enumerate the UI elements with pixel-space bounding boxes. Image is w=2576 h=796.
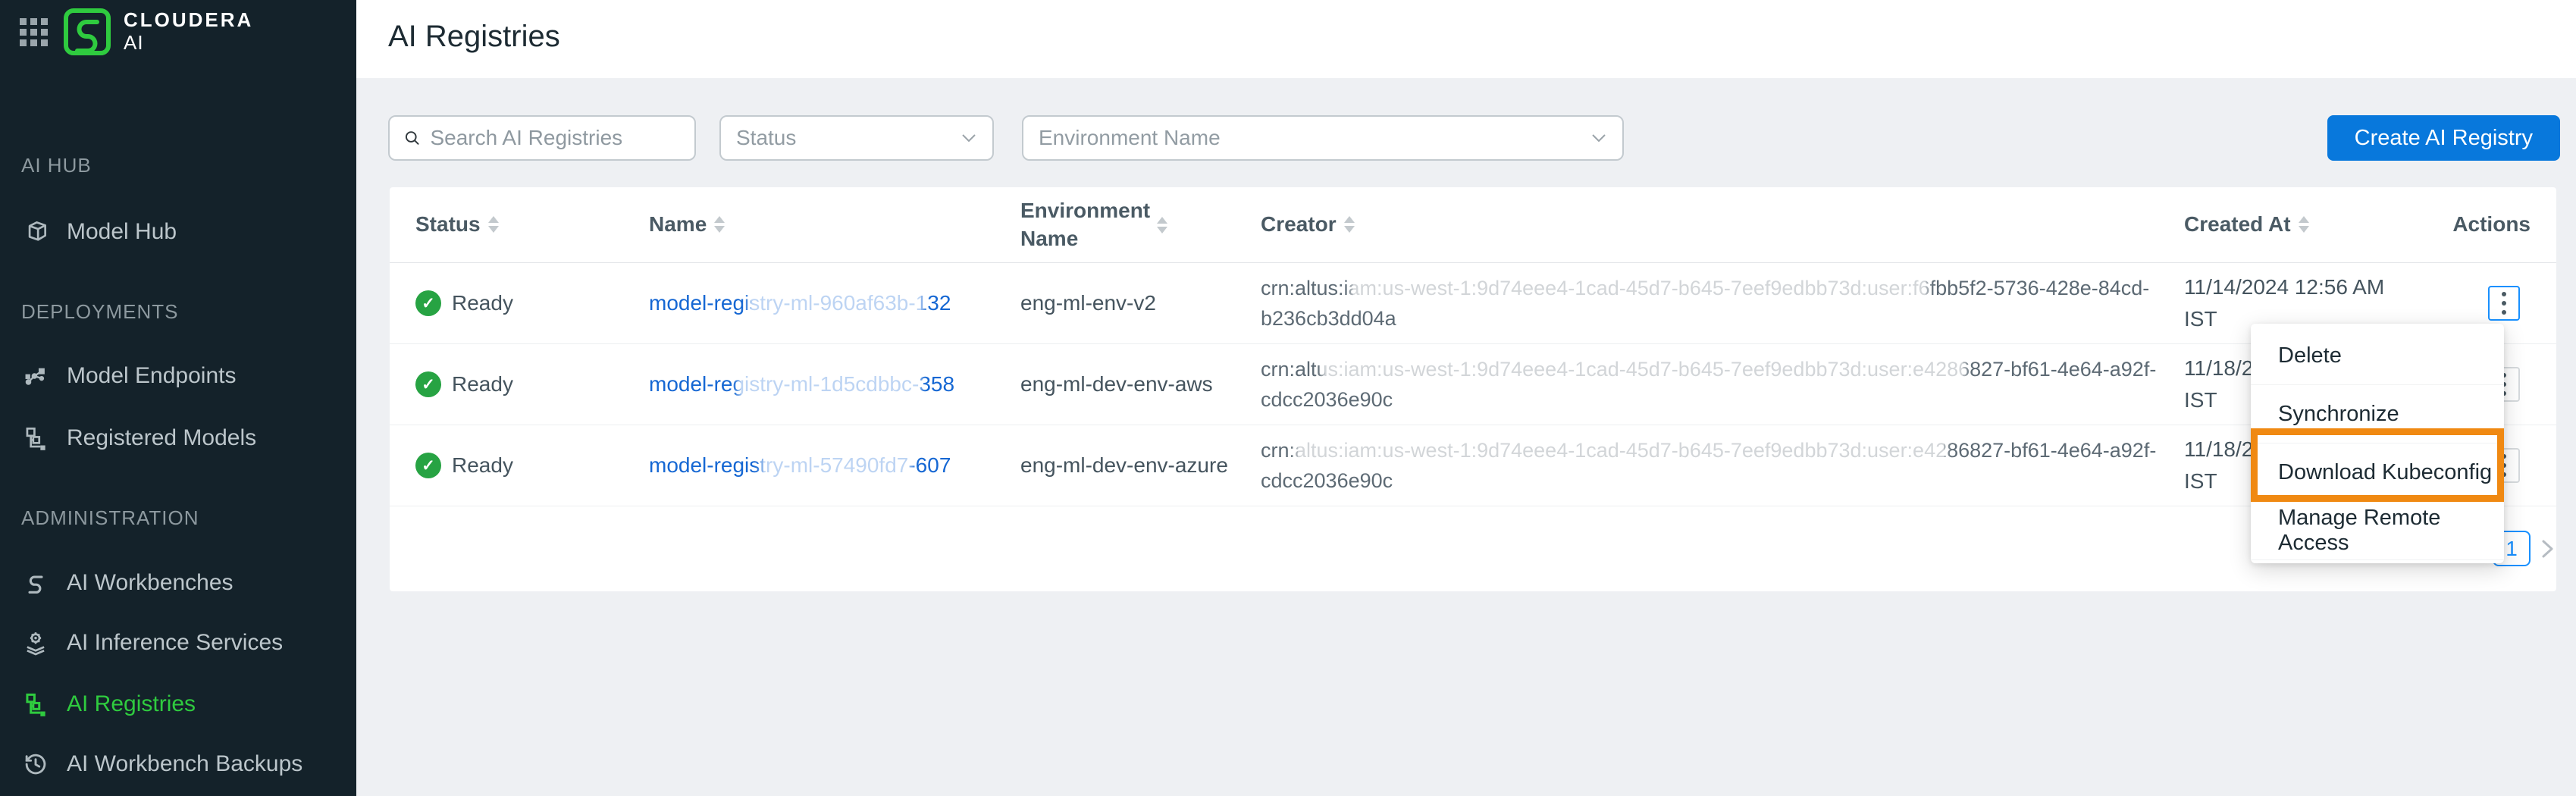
hierarchy-icon (26, 427, 45, 450)
registry-name-link[interactable]: model-registry-ml-57490fd7-607 (649, 450, 951, 481)
sidebar-item-ai-inference-services[interactable]: AI Inference Services (0, 619, 356, 666)
sidebar-item-label: AI Workbenches (67, 570, 233, 595)
sidebar-item-label: Model Hub (67, 219, 177, 244)
apps-grid-icon[interactable] (20, 17, 48, 46)
main-content: AI Registries Status Environment Name Cr… (356, 0, 2576, 796)
status-cell: ✓ Ready (415, 290, 649, 316)
menu-item-download-kubeconfig[interactable]: Download Kubeconfig (2251, 443, 2504, 502)
brand-product: AI (124, 31, 144, 54)
page-title: AI Registries (388, 20, 560, 53)
chevron-down-icon (962, 134, 976, 143)
sidebar-item-ai-workbenches[interactable]: AI Workbenches (0, 559, 356, 606)
kebab-menu-icon[interactable] (2488, 286, 2520, 321)
sort-icon[interactable] (487, 216, 499, 233)
sidebar-item-label: AI Inference Services (67, 630, 284, 655)
creator-cell: crn:altus:iam:us-west-1:9d74eee4-1cad-45… (1261, 435, 2184, 497)
brand-row: CLOUDERA AI (20, 8, 253, 56)
sidebar-item-label: Registered Models (67, 425, 257, 450)
sort-icon[interactable] (2298, 216, 2309, 233)
sidebar-item-registered-models[interactable]: Registered Models (0, 415, 356, 462)
creator-cell: crn:altus:iam:us-west-1:9d74eee4-1cad-45… (1261, 354, 2184, 415)
hierarchy-icon (26, 693, 45, 716)
menu-item-manage-remote-access[interactable]: Manage Remote Access (2251, 502, 2504, 560)
column-header-status[interactable]: Status (415, 211, 649, 238)
environment-select[interactable]: Environment Name (1022, 115, 1624, 161)
status-cell: ✓ Ready (415, 371, 649, 397)
name-cell: model-registry-ml-57490fd7-607 (649, 450, 1020, 481)
menu-item-delete[interactable]: Delete (2251, 327, 2504, 385)
search-icon (405, 131, 419, 145)
sidebar-item-label: AI Workbench Backups (67, 751, 303, 776)
sidebar-item-model-hub[interactable]: Model Hub (0, 208, 356, 255)
check-circle-icon: ✓ (415, 290, 441, 316)
chevron-right-icon (2542, 540, 2553, 558)
page-header: AI Registries (356, 0, 2576, 78)
registry-name-link[interactable]: model-registry-ml-1d5cdbbc-358 (649, 369, 954, 400)
name-cell: model-registry-ml-960af63b-132 (649, 288, 1020, 318)
status-text: Ready (452, 372, 513, 396)
table-header-row: Status Name Environment Name Creator Cre… (390, 187, 2556, 263)
search-box (388, 115, 696, 161)
status-text: Ready (452, 291, 513, 315)
sidebar-item-ai-registries[interactable]: AI Registries (0, 681, 356, 728)
column-header-actions: Actions (2452, 212, 2531, 237)
sort-icon[interactable] (1343, 216, 1355, 233)
sidebar: CLOUDERA AI AI HUB Model Hub DEPLOYMENTS… (0, 0, 356, 796)
check-circle-icon: ✓ (415, 453, 441, 478)
sort-icon[interactable] (1157, 216, 1167, 233)
table-row: ✓ Ready model-registry-ml-57490fd7-607 e… (390, 425, 2556, 506)
history-clock-icon (25, 754, 46, 775)
sidebar-item-ai-workbench-backups[interactable]: AI Workbench Backups (0, 741, 356, 788)
actions-dropdown-menu: Delete Synchronize Download Kubeconfig M… (2251, 324, 2504, 563)
status-text: Ready (452, 453, 513, 477)
column-header-creator[interactable]: Creator (1261, 211, 2184, 238)
column-header-environment[interactable]: Environment Name (1020, 197, 1261, 252)
sidebar-section-deployments: DEPLOYMENTS (21, 300, 179, 323)
status-select[interactable]: Status (719, 115, 994, 161)
sidebar-item-label: AI Registries (67, 691, 196, 716)
create-ai-registry-button[interactable]: Create AI Registry (2327, 115, 2560, 161)
registry-name-link[interactable]: model-registry-ml-960af63b-132 (649, 288, 951, 318)
table-row: ✓ Ready model-registry-ml-1d5cdbbc-358 e… (390, 344, 2556, 425)
brand-name: CLOUDERA (124, 8, 254, 32)
cloudera-logo-icon (64, 8, 111, 55)
graph-nodes-icon (25, 368, 45, 385)
filter-row: Status Environment Name Create AI Regist… (388, 115, 2576, 161)
name-cell: model-registry-ml-1d5cdbbc-358 (649, 369, 1020, 400)
cube-icon (28, 221, 47, 241)
check-circle-icon: ✓ (415, 371, 441, 397)
environment-cell: eng-ml-dev-env-azure (1020, 453, 1228, 477)
sidebar-item-model-endpoints[interactable]: Model Endpoints (0, 353, 356, 400)
table-row: ✓ Ready model-registry-ml-960af63b-132 e… (390, 263, 2556, 344)
chevron-down-icon (1592, 134, 1606, 143)
sidebar-section-administration: ADMINISTRATION (21, 506, 199, 529)
status-cell: ✓ Ready (415, 453, 649, 478)
menu-item-synchronize[interactable]: Synchronize (2251, 385, 2504, 443)
s-curve-icon (28, 575, 43, 594)
pagination-next-button[interactable] (2532, 534, 2562, 564)
actions-cell (2452, 286, 2556, 321)
column-header-created-at[interactable]: Created At (2184, 211, 2452, 238)
environment-cell: eng-ml-env-v2 (1020, 291, 1156, 315)
sort-icon[interactable] (714, 216, 725, 233)
column-header-name[interactable]: Name (649, 211, 1020, 238)
creator-cell: crn:altus:iam:us-west-1:9d74eee4-1cad-45… (1261, 273, 2184, 334)
environment-select-placeholder: Environment Name (1039, 126, 1221, 149)
sidebar-item-label: Model Endpoints (67, 363, 237, 388)
status-select-placeholder: Status (736, 126, 797, 149)
environment-cell: eng-ml-dev-env-aws (1020, 372, 1213, 396)
search-input[interactable] (430, 126, 681, 150)
gear-layers-icon (27, 632, 45, 656)
sidebar-section-ai-hub: AI HUB (21, 154, 92, 177)
registries-table: Status Name Environment Name Creator Cre… (390, 187, 2556, 591)
brand-text: CLOUDERA AI (124, 8, 254, 55)
